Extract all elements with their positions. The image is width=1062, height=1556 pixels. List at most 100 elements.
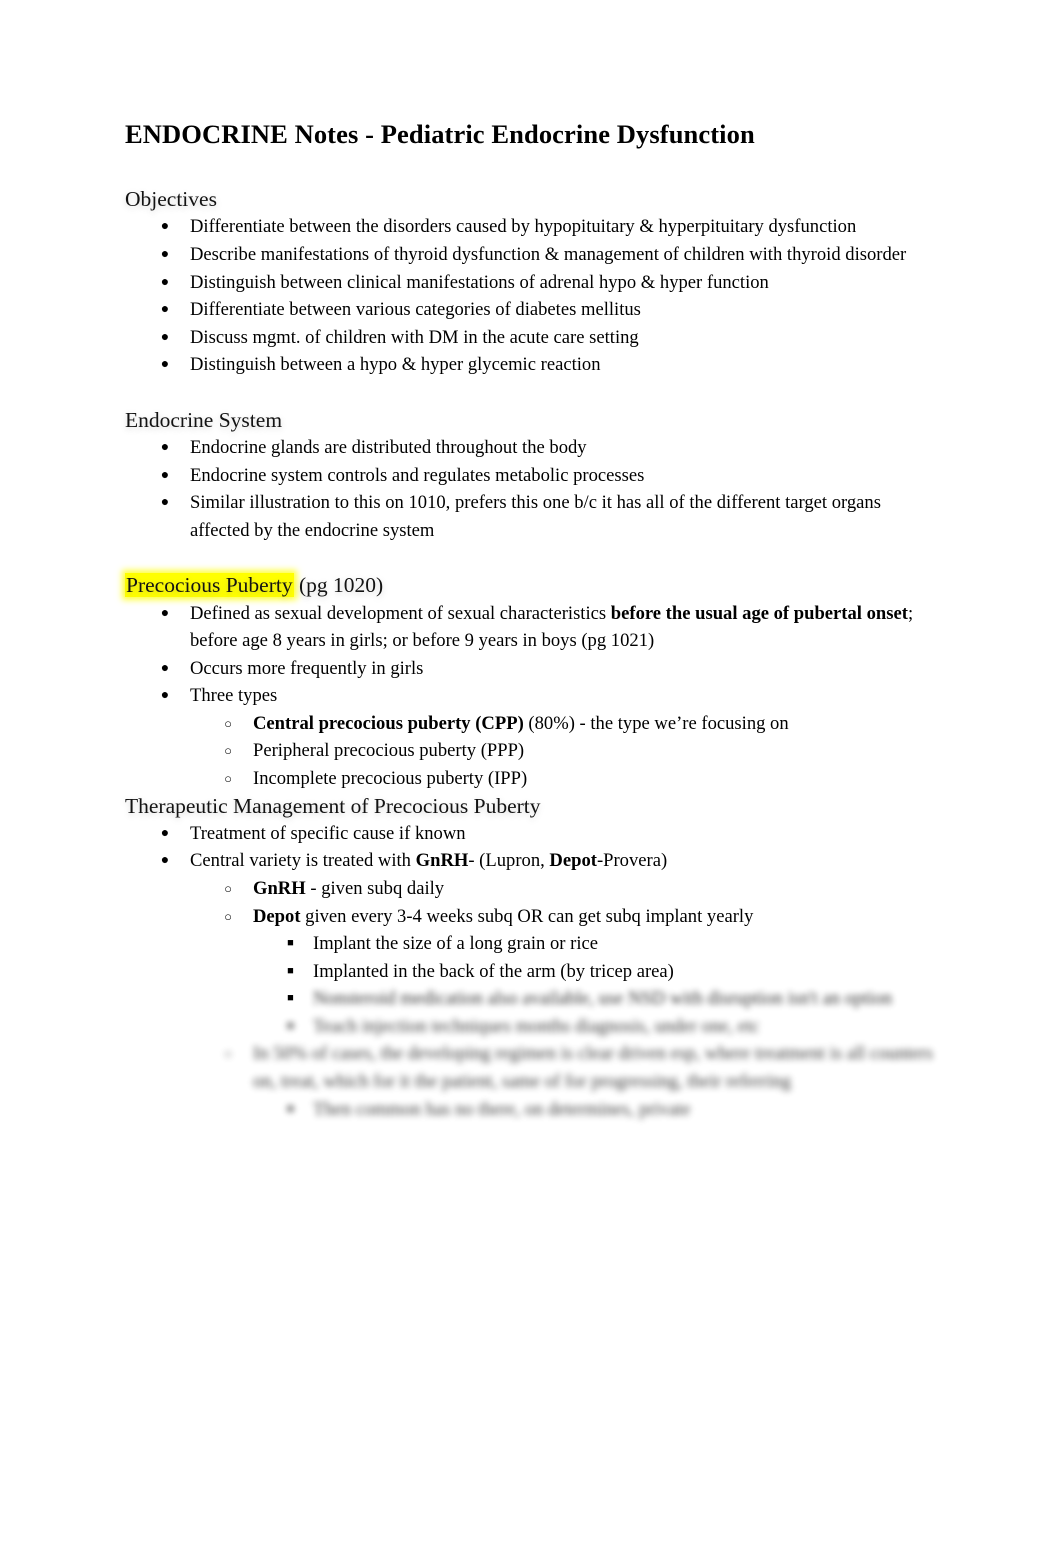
list-item-label: Distinguish between a hypo & hyper glyce… — [190, 354, 601, 376]
list-item-label-part: -Provera) — [596, 850, 668, 872]
list-item-label: Endocrine system controls and regulates … — [190, 464, 645, 486]
list-item: ● Discuss mgmt. of children with DM in th… — [125, 324, 940, 352]
list-item-label-part: - given subq daily — [305, 877, 445, 899]
document-page: ENDOCRINE Notes - Pediatric Endocrine Dy… — [0, 0, 1062, 1556]
list-item: ■ Implant the size of a long grain or ric… — [125, 930, 940, 958]
list-item-label-bold: Depot — [253, 905, 301, 927]
list-item-label: Implant the size of a long grain or rice — [313, 933, 598, 955]
list-item-obscured: ○ In 50% of cases, the developing regimen… — [125, 1040, 940, 1095]
list-item: ● Distinguish between clinical manifestat… — [125, 269, 940, 297]
bullet-dot-icon: ● — [160, 302, 170, 318]
bullet-dot-icon: ● — [160, 440, 170, 456]
bullet-dot-icon: ● — [160, 247, 170, 262]
list-item-label: Distinguish between clinical manifestati… — [190, 271, 769, 293]
objectives-list: ● Differentiate between the disorders cau… — [125, 213, 940, 379]
document-body: ENDOCRINE Notes - Pediatric Endocrine Dy… — [125, 118, 940, 1123]
list-item: ● Occurs more frequently in girls — [125, 655, 940, 683]
list-item: ● Differentiate between the disorders cau… — [125, 213, 940, 241]
list-item: ○ Peripheral precocious puberty (PPP) — [125, 737, 940, 765]
list-item: ● Distinguish between a hypo & hyper glyc… — [125, 351, 940, 379]
bullet-dot-icon: ● — [160, 688, 170, 704]
list-item: ■ Implanted in the back of the arm (by tr… — [125, 958, 940, 986]
list-item-label: Implanted in the back of the arm (by tri… — [313, 960, 674, 982]
list-item-label-bold: GnRH — [415, 850, 469, 872]
list-item-label-part: Central variety is treated with — [190, 850, 416, 872]
list-item-label: Incomplete precocious puberty (IPP) — [253, 768, 528, 790]
list-item: ● Treatment of specific cause if known — [125, 820, 940, 848]
bullet-circle-icon: ○ — [224, 771, 232, 787]
therapeutic-management-subsublist: ■ Implant the size of a long grain or ric… — [125, 930, 940, 985]
bullet-dot-icon: ● — [160, 853, 170, 869]
list-item: ○ Depot given every 3-4 weeks subq OR can… — [125, 903, 940, 931]
bullet-dot-icon: ● — [160, 357, 170, 373]
heading-objectives: Objectives — [125, 187, 217, 212]
list-item-label: Similar illustration to this on 1010, pr… — [190, 492, 881, 541]
list-item: ○ GnRH - given subq daily — [125, 875, 940, 903]
list-item-label: Endocrine glands are distributed through… — [190, 437, 587, 459]
precocious-puberty-list: ● Defined as sexual development of sexual… — [125, 600, 940, 710]
bullet-dot-icon: ● — [160, 274, 170, 290]
therapeutic-management-list: ● Treatment of specific cause if known ● C… — [125, 820, 940, 875]
list-item-label-bold: Depot — [549, 850, 597, 872]
list-item-obscured: ■ Nonsteroid medication also available, u… — [125, 985, 940, 1013]
bullet-circle-icon: ○ — [224, 1046, 232, 1062]
highlighted-heading-text: Precocious Puberty — [125, 573, 294, 598]
list-item-label: Differentiate between the disorders caus… — [190, 216, 857, 238]
endocrine-system-list: ● Endocrine glands are distributed throug… — [125, 434, 940, 544]
bullet-circle-icon: ○ — [224, 715, 232, 731]
bullet-square-icon: ■ — [287, 964, 294, 977]
bullet-dot-icon: ● — [160, 825, 170, 841]
obscured-text: In 50% of cases, the developing regimen … — [253, 1043, 933, 1093]
obscured-region-2: ○ In 50% of cases, the developing regimen… — [125, 1040, 940, 1095]
list-item: ● Central variety is treated with GnRH- (… — [125, 847, 940, 875]
heading-precocious-puberty: Precocious Puberty (pg 1020) — [125, 572, 383, 599]
bullet-circle-icon: ○ — [224, 743, 232, 759]
list-item-label-bold: Central precocious puberty (CPP) — [253, 712, 524, 734]
list-item: ○ Incomplete precocious puberty (IPP) — [125, 765, 940, 793]
list-item-label-part: Defined as sexual development of sexual … — [190, 602, 611, 624]
list-item-label: Occurs more frequently in girls — [190, 657, 424, 679]
list-item-label: Three types — [190, 685, 278, 707]
list-item-label: Describe manifestations of thyroid dysfu… — [190, 244, 907, 265]
page-title: ENDOCRINE Notes - Pediatric Endocrine Dy… — [125, 119, 755, 149]
list-item-label: Peripheral precocious puberty (PPP) — [253, 740, 525, 762]
list-item-obscured: ■ Teach injection techniques months diagn… — [125, 1013, 940, 1041]
obscured-text: Then common has no there, on determines,… — [313, 1098, 691, 1120]
list-item-label-part: (80%) - the type we’re focusing on — [523, 712, 789, 734]
list-item: ● Endocrine system controls and regulates… — [125, 462, 940, 490]
list-item-label: Differentiate between various categories… — [190, 299, 641, 321]
list-item-label-part: given every 3-4 weeks subq OR can get su… — [300, 905, 754, 927]
list-item: ○ Central precocious puberty (CPP) (80%) … — [125, 710, 940, 738]
bullet-square-icon: ■ — [287, 992, 294, 1005]
list-item: ● Differentiate between various categorie… — [125, 296, 940, 324]
list-item: ● Three types — [125, 682, 940, 710]
bullet-dot-icon: ● — [160, 467, 170, 483]
section-objectives: Objectives ● Differentiate between the di… — [125, 186, 940, 379]
precocious-puberty-types-list: ○ Central precocious puberty (CPP) (80%) … — [125, 710, 940, 793]
therapeutic-management-sublist: ○ GnRH - given subq daily ○ Depot given ev… — [125, 875, 940, 930]
list-item-label: Discuss mgmt. of children with DM in the… — [190, 326, 639, 348]
bullet-square-icon: ■ — [287, 937, 294, 950]
list-item: ● Defined as sexual development of sexual… — [125, 600, 940, 655]
bullet-dot-icon: ● — [160, 660, 170, 676]
list-item-label-part: - (Lupron, — [468, 850, 550, 872]
heading-therapeutic-management: Therapeutic Management of Precocious Pub… — [125, 793, 541, 818]
obscured-text: Nonsteroid medication also available, us… — [313, 988, 893, 1010]
heading-page-ref: (pg 1020) — [293, 573, 384, 598]
obscured-region: ■ Nonsteroid medication also available, u… — [125, 985, 940, 1040]
list-item-label-bold: before the usual age of pubertal onset — [610, 602, 908, 624]
bullet-dot-icon: ● — [160, 219, 170, 235]
list-item-obscured: ■ Then common has no there, on determines… — [125, 1096, 940, 1124]
obscured-region-3: ■ Then common has no there, on determines… — [125, 1096, 940, 1124]
bullet-circle-icon: ○ — [224, 880, 232, 896]
list-item: ● Describe manifestations of thyroid dysf… — [125, 241, 940, 269]
list-item-label-bold: GnRH — [253, 877, 306, 899]
bullet-circle-icon: ○ — [224, 908, 232, 924]
list-item: ● Endocrine glands are distributed throug… — [125, 434, 940, 462]
bullet-square-icon: ■ — [287, 1102, 294, 1115]
list-item: ● Similar illustration to this on 1010, p… — [125, 489, 940, 544]
bullet-dot-icon: ● — [160, 605, 170, 621]
